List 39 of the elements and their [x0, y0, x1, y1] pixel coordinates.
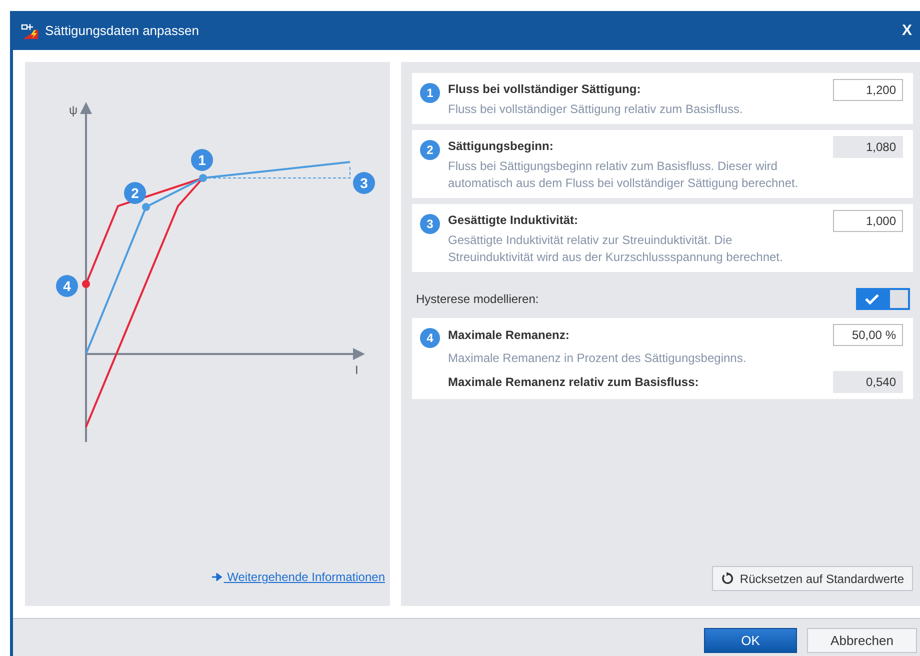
toggle-switch[interactable]	[856, 288, 910, 310]
number-badge: 1	[191, 149, 213, 171]
setting-title: Maximale Remanenz relativ zum Basisfluss:	[448, 375, 699, 389]
hysteresis-label: Hysterese modellieren:	[416, 292, 539, 306]
setting-title: Sättigungsbeginn:	[448, 139, 554, 153]
close-button[interactable]: X	[898, 22, 916, 39]
curve-point	[199, 174, 207, 182]
info-link[interactable]: Weitergehende Informationen	[212, 570, 385, 584]
curve-point	[142, 203, 150, 211]
number-badge: 3	[420, 214, 440, 234]
arrow-icon	[212, 573, 222, 581]
setting-description: Maximale Remanenz in Prozent des Sättigungsbeginns.	[448, 350, 748, 367]
ok-button[interactable]: OK	[704, 628, 797, 653]
axis-label: I	[355, 363, 358, 377]
reset-button[interactable]: Rücksetzen auf Standardwerte	[712, 566, 913, 591]
curve-point	[82, 280, 90, 288]
number-badge: 4	[56, 275, 78, 297]
cancel-button[interactable]: Abbrechen	[807, 628, 917, 653]
axis-label: ψ	[69, 103, 78, 117]
number-badge: 2	[420, 140, 440, 160]
setting-title: Maximale Remanenz:	[448, 328, 570, 342]
setting-description: Fluss bei vollständiger Sättigung relativ zum Basisfluss.	[448, 101, 744, 118]
value-field[interactable]: 1,000	[833, 210, 903, 232]
setting-title: Gesättigte Induktivität:	[448, 213, 580, 227]
setting-description: Gesättigte Induktivität relativ zur Streuinduktivität. Die Streuinduktivität wird aus der Kurzschlussspannung berechnet.	[448, 232, 784, 266]
number-badge: 1	[420, 83, 440, 103]
value-field[interactable]: 50,00 %	[833, 324, 903, 346]
value-field[interactable]: 0,540	[833, 371, 903, 393]
number-badge: 3	[353, 172, 375, 194]
value-field[interactable]: 1,080	[833, 136, 903, 158]
window-title: Sättigungsdaten anpassen	[45, 23, 200, 38]
setting-description: Fluss bei Sättigungsbeginn relativ zum Basisfluss. Dieser wird automatisch aus dem Fluss bei vollständiger Sättigung berechnet.	[448, 158, 800, 192]
reset-icon	[720, 572, 734, 585]
value-field[interactable]: 1,200	[833, 79, 903, 101]
number-badge: 4	[420, 328, 440, 348]
lightning-icon	[21, 22, 39, 38]
number-badge: 2	[124, 182, 146, 204]
setting-title: Fluss bei vollständiger Sättigung:	[448, 82, 642, 96]
checkmark-icon	[864, 293, 880, 305]
